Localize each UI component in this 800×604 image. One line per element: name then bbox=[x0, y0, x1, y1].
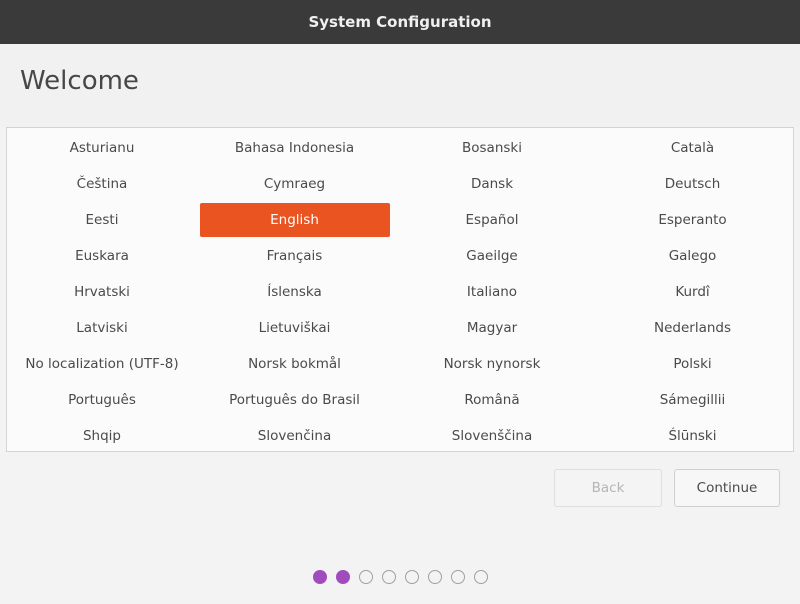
language-item[interactable]: Español bbox=[392, 202, 592, 238]
language-item[interactable]: Asturianu bbox=[7, 130, 197, 166]
progress-dot-empty bbox=[427, 570, 442, 584]
language-item[interactable]: Dansk bbox=[392, 166, 592, 202]
language-label: Asturianu bbox=[69, 140, 135, 156]
language-item[interactable]: Latviski bbox=[7, 310, 197, 346]
language-item[interactable]: Magyar bbox=[392, 310, 592, 346]
language-grid: Asturianu Bahasa Indonesia Bosanski Català Č… bbox=[7, 128, 793, 453]
language-label: Dansk bbox=[470, 176, 514, 192]
language-label: Bahasa Indonesia bbox=[234, 140, 355, 156]
progress-indicator bbox=[0, 570, 800, 584]
language-item[interactable]: Italiano bbox=[392, 274, 592, 310]
language-item[interactable]: Português bbox=[7, 382, 197, 418]
language-label: Gaeilge bbox=[466, 248, 518, 264]
page-title: Welcome bbox=[20, 66, 139, 96]
language-label: Français bbox=[266, 248, 323, 264]
language-label: Norsk bokmål bbox=[248, 356, 341, 372]
language-label: Slovenščina bbox=[451, 428, 533, 444]
language-item[interactable]: Slovenščina bbox=[392, 418, 592, 454]
progress-dot-filled bbox=[312, 570, 327, 584]
progress-dot-empty bbox=[450, 570, 465, 584]
language-item[interactable]: No localization (UTF-8) bbox=[7, 346, 197, 382]
language-item[interactable]: Français bbox=[197, 238, 392, 274]
language-item[interactable]: Hrvatski bbox=[7, 274, 197, 310]
language-item[interactable]: Kurdî bbox=[592, 274, 793, 310]
language-item[interactable]: Euskara bbox=[7, 238, 197, 274]
language-label: Euskara bbox=[75, 248, 129, 264]
language-list[interactable]: Asturianu Bahasa Indonesia Bosanski Català Č… bbox=[6, 127, 794, 452]
progress-dot-empty bbox=[473, 570, 488, 584]
language-item-selected[interactable]: English bbox=[197, 202, 392, 238]
language-item[interactable]: Polski bbox=[592, 346, 793, 382]
language-item[interactable]: Gaeilge bbox=[392, 238, 592, 274]
language-label: Ślūnski bbox=[668, 428, 717, 444]
language-item[interactable]: Esperanto bbox=[592, 202, 793, 238]
window-titlebar: System Configuration bbox=[0, 0, 800, 44]
language-item[interactable]: Sámegillii bbox=[592, 382, 793, 418]
language-label: Slovenčina bbox=[257, 428, 332, 444]
window-title: System Configuration bbox=[308, 13, 492, 31]
language-item[interactable]: Română bbox=[392, 382, 592, 418]
language-label: Português bbox=[68, 392, 136, 408]
language-label: Čeština bbox=[76, 176, 128, 192]
language-item[interactable]: Čeština bbox=[7, 166, 197, 202]
language-item[interactable]: Slovenčina bbox=[197, 418, 392, 454]
language-item[interactable]: Bosanski bbox=[392, 130, 592, 166]
language-item[interactable]: Shqip bbox=[7, 418, 197, 454]
language-item[interactable]: Lietuviškai bbox=[197, 310, 392, 346]
language-label: Kurdî bbox=[675, 284, 710, 300]
language-item[interactable]: Ślūnski bbox=[592, 418, 793, 454]
language-item[interactable]: Cymraeg bbox=[197, 166, 392, 202]
language-label: Esperanto bbox=[658, 212, 727, 228]
progress-dot-empty bbox=[381, 570, 396, 584]
language-label: Polski bbox=[673, 356, 712, 372]
language-label: Íslenska bbox=[267, 284, 322, 300]
progress-dot-empty bbox=[358, 570, 373, 584]
language-label: Latviski bbox=[76, 320, 128, 336]
navigation-buttons: Back Continue bbox=[554, 469, 780, 507]
language-item[interactable]: Íslenska bbox=[197, 274, 392, 310]
language-item[interactable]: Nederlands bbox=[592, 310, 793, 346]
back-button[interactable]: Back bbox=[554, 469, 662, 507]
language-label: Norsk nynorsk bbox=[443, 356, 541, 372]
language-label: Deutsch bbox=[664, 176, 721, 192]
progress-dot-filled bbox=[335, 570, 350, 584]
language-label: Español bbox=[465, 212, 519, 228]
continue-button[interactable]: Continue bbox=[674, 469, 780, 507]
language-label: Sámegillii bbox=[659, 392, 726, 408]
language-item[interactable]: Bahasa Indonesia bbox=[197, 130, 392, 166]
language-item[interactable]: Deutsch bbox=[592, 166, 793, 202]
language-label: Hrvatski bbox=[74, 284, 130, 300]
language-item[interactable]: Eesti bbox=[7, 202, 197, 238]
language-label: Nederlands bbox=[653, 320, 731, 336]
language-label: Cymraeg bbox=[263, 176, 326, 192]
page-header: Welcome bbox=[0, 44, 800, 127]
language-item[interactable]: Português do Brasil bbox=[197, 382, 392, 418]
language-label: Català bbox=[670, 140, 715, 156]
language-label: No localization (UTF-8) bbox=[25, 356, 179, 372]
language-label: Lietuviškai bbox=[258, 320, 331, 336]
language-label: Eesti bbox=[85, 212, 119, 228]
language-label: Magyar bbox=[466, 320, 518, 336]
language-label: English bbox=[199, 203, 390, 237]
language-item[interactable]: Norsk nynorsk bbox=[392, 346, 592, 382]
progress-dot-empty bbox=[404, 570, 419, 584]
language-item[interactable]: Català bbox=[592, 130, 793, 166]
language-label: Italiano bbox=[466, 284, 518, 300]
language-label: Shqip bbox=[82, 428, 121, 444]
language-item[interactable]: Norsk bokmål bbox=[197, 346, 392, 382]
language-label: Română bbox=[464, 392, 520, 408]
language-label: Galego bbox=[668, 248, 717, 264]
language-label: Bosanski bbox=[462, 140, 522, 156]
language-label: Português do Brasil bbox=[229, 392, 360, 408]
language-item[interactable]: Galego bbox=[592, 238, 793, 274]
